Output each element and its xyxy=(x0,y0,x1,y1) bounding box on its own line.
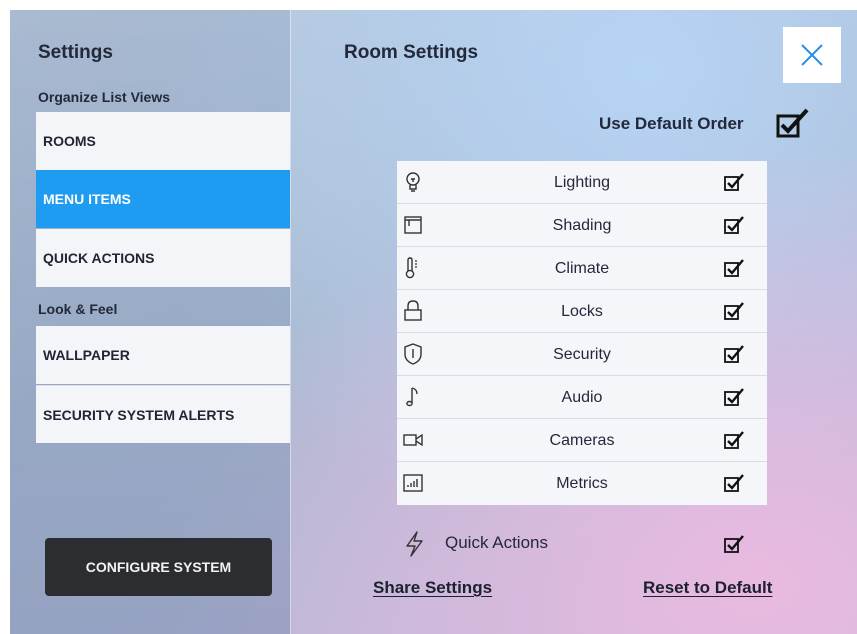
share-settings-link[interactable]: Share Settings xyxy=(373,578,492,598)
list-item[interactable]: Shading xyxy=(397,204,767,247)
close-button[interactable] xyxy=(783,27,841,83)
page-title: Room Settings xyxy=(344,42,479,63)
menu-item-label: Metrics xyxy=(556,475,608,492)
sidebar-item-wallpaper[interactable]: WALLPAPER xyxy=(36,326,290,384)
sidebar-item-label: QUICK ACTIONS xyxy=(43,250,155,266)
sidebar-item-label: WALLPAPER xyxy=(43,347,130,363)
list-item[interactable]: Locks xyxy=(397,290,767,333)
menu-item-label: Locks xyxy=(561,303,603,320)
close-icon xyxy=(801,44,823,66)
sidebar-item-rooms[interactable]: ROOMS xyxy=(36,112,290,170)
reset-to-default-link[interactable]: Reset to Default xyxy=(643,578,772,598)
menu-item-label: Lighting xyxy=(553,174,611,191)
list-item[interactable]: Audio xyxy=(397,376,767,419)
checkbox[interactable] xyxy=(724,345,744,363)
menu-item-label: Shading xyxy=(552,217,612,234)
settings-window: Settings Organize List Views ROOMS MENU … xyxy=(10,10,857,634)
menu-item-label: Cameras xyxy=(549,432,615,449)
checkbox[interactable] xyxy=(724,259,744,277)
section-organize-list-views: Organize List Views xyxy=(38,89,171,105)
menu-item-label: Audio xyxy=(561,389,603,406)
sidebar-item-menu-items[interactable]: MENU ITEMS xyxy=(36,170,290,228)
sidebar: Settings Organize List Views ROOMS MENU … xyxy=(10,10,291,634)
sidebar-item-quick-actions[interactable]: QUICK ACTIONS xyxy=(36,229,290,287)
checkbox[interactable] xyxy=(724,388,744,406)
checkbox[interactable] xyxy=(724,216,744,234)
checkbox[interactable] xyxy=(724,431,744,449)
sidebar-item-label: ROOMS xyxy=(43,133,96,149)
sidebar-title: Settings xyxy=(38,42,113,63)
menu-item-label: Climate xyxy=(554,260,610,277)
list-item[interactable]: Security xyxy=(397,333,767,376)
list-item[interactable]: Metrics xyxy=(397,462,767,505)
use-default-order-checkbox[interactable] xyxy=(776,108,810,138)
menu-item-label: Security xyxy=(553,346,611,363)
list-item[interactable]: Climate xyxy=(397,247,767,290)
sidebar-item-label: MENU ITEMS xyxy=(43,191,131,207)
checkbox[interactable] xyxy=(724,474,744,492)
list-item[interactable]: Lighting xyxy=(397,161,767,204)
menu-items-list: Lighting Shading Climate Locks Security … xyxy=(397,161,767,505)
list-item[interactable]: Cameras xyxy=(397,419,767,462)
use-default-order-label: Use Default Order xyxy=(599,114,744,133)
checkbox[interactable] xyxy=(724,173,744,191)
checkbox[interactable] xyxy=(724,302,744,320)
quick-actions-checkbox[interactable] xyxy=(724,535,744,553)
configure-system-button[interactable]: CONFIGURE SYSTEM xyxy=(45,538,272,596)
sidebar-item-security-system-alerts[interactable]: SECURITY SYSTEM ALERTS xyxy=(36,385,290,443)
quick-actions-label: Quick Actions xyxy=(445,533,548,552)
configure-system-label: CONFIGURE SYSTEM xyxy=(85,559,232,575)
sidebar-item-label: SECURITY SYSTEM ALERTS xyxy=(43,406,235,423)
lightning-bolt-icon xyxy=(406,531,423,557)
section-look-and-feel: Look & Feel xyxy=(38,301,118,317)
